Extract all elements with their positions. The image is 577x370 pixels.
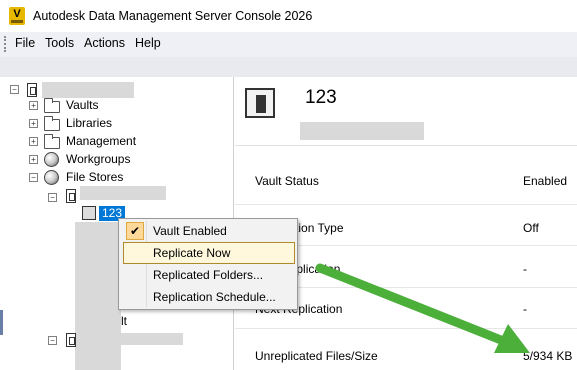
folder-icon [44, 116, 60, 131]
window-title: Autodesk Data Management Server Console … [33, 9, 313, 23]
menu-actions[interactable]: Actions [84, 36, 125, 50]
menu-item-label: Replication Schedule... [153, 290, 276, 304]
globe-icon [44, 152, 59, 167]
context-menu: ✔ Vault Enabled Replicate Now Replicated… [118, 218, 298, 310]
prop-value-unreplicated: 5/934 KB [523, 349, 573, 363]
redacted-tree-items [75, 222, 121, 370]
redacted-store-server [80, 186, 166, 200]
vault-title: 123 [305, 87, 337, 108]
title-bar: V Autodesk Data Management Server Consol… [0, 0, 577, 32]
prop-label-vault-status: Vault Status [255, 174, 319, 188]
menu-item-replicate-now[interactable]: Replicate Now [123, 242, 295, 264]
collapse-file-stores-icon[interactable]: − [29, 173, 38, 182]
window-edge [0, 310, 3, 335]
folder-icon [44, 134, 60, 149]
tree-item-partial[interactable]: lt [121, 314, 127, 328]
menu-help[interactable]: Help [135, 36, 161, 50]
tree-item-management[interactable]: Management [66, 134, 136, 148]
menu-bar: File Tools Actions Help [0, 32, 577, 57]
prop-value-last-replication: - [523, 262, 527, 276]
expand-workgroups-icon[interactable]: + [29, 155, 38, 164]
collapse-store-server-icon[interactable]: − [48, 193, 57, 202]
prop-label-unreplicated: Unreplicated Files/Size [255, 349, 378, 363]
menu-item-label: Replicate Now [153, 246, 231, 260]
tree-item-vaults[interactable]: Vaults [66, 98, 98, 112]
tree-item-workgroups[interactable]: Workgroups [66, 152, 130, 166]
expand-management-icon[interactable]: + [29, 137, 38, 146]
server-icon [27, 83, 37, 97]
menu-item-vault-enabled[interactable]: ✔ Vault Enabled [123, 220, 295, 242]
prop-value-next-replication: - [523, 302, 527, 316]
menu-tools[interactable]: Tools [45, 36, 74, 50]
prop-value-replication-type: Off [523, 221, 539, 235]
menu-item-label: Vault Enabled [153, 224, 227, 238]
tree-item-file-stores[interactable]: File Stores [66, 170, 123, 184]
vault-icon [82, 206, 96, 220]
folder-icon [44, 98, 60, 113]
prop-value-vault-status: Enabled [523, 174, 568, 188]
expand-vaults-icon[interactable]: + [29, 101, 38, 110]
server-icon [66, 189, 76, 203]
toolbar-strip [0, 57, 577, 77]
checkmark-icon: ✔ [126, 222, 144, 240]
menu-item-replication-schedule[interactable]: Replication Schedule... [123, 286, 295, 308]
collapse-root-icon[interactable]: − [10, 85, 19, 94]
globe-icon [44, 170, 59, 185]
row-divider [235, 204, 577, 205]
row-divider [235, 328, 577, 329]
menu-grip-icon [4, 36, 6, 52]
vault-app-icon: V [9, 7, 25, 25]
vault-large-icon [245, 88, 275, 118]
expand-libraries-icon[interactable]: + [29, 119, 38, 128]
redacted-server-name [42, 82, 134, 98]
tree-item-libraries[interactable]: Libraries [66, 116, 112, 130]
server-icon [66, 333, 76, 347]
header-divider [235, 145, 577, 146]
menu-item-replicated-folders[interactable]: Replicated Folders... [123, 264, 295, 286]
redacted-vault-subtitle [300, 122, 424, 140]
redacted-store-server-2 [121, 333, 183, 345]
collapse-store-server-2-icon[interactable]: − [48, 336, 57, 345]
menu-item-label: Replicated Folders... [153, 268, 264, 282]
menu-file[interactable]: File [15, 36, 35, 50]
